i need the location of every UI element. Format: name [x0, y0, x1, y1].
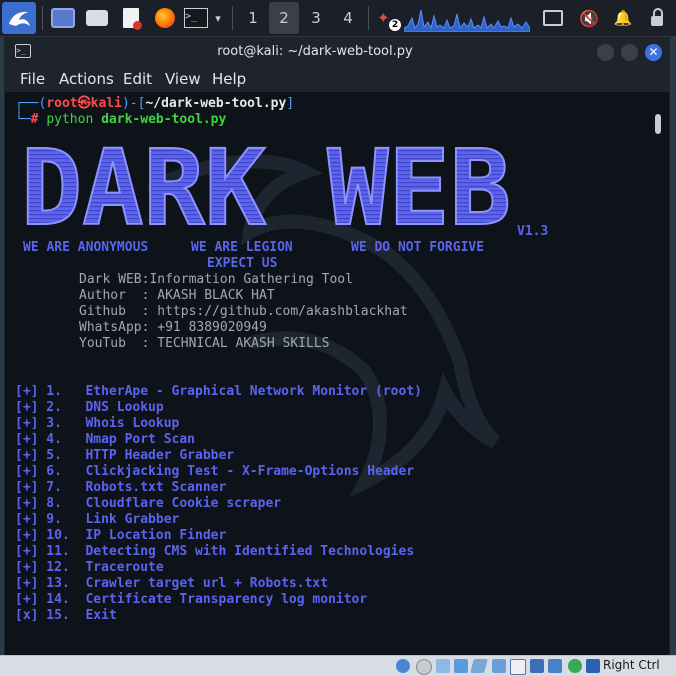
chevron-down-icon[interactable]: ▾ [210, 0, 226, 36]
menu-actions[interactable]: Actions [59, 70, 114, 88]
menu-option-12: [+] 12. Traceroute [15, 560, 164, 575]
hard-disk-icon[interactable] [396, 659, 410, 673]
notification-tool-icon[interactable]: ✦ 2 [374, 0, 401, 36]
network-icon[interactable] [454, 659, 468, 673]
slogan-expect: EXPECT US [207, 256, 278, 271]
window-title: root@kali: ~/dark-web-tool.py [217, 44, 413, 59]
maximize-button[interactable] [621, 44, 638, 61]
menu-option-6: [+] 6. Clickjacking Test - X-Frame-Optio… [15, 464, 415, 479]
menu-option-7: [+] 7. Robots.txt Scanner [15, 480, 227, 495]
kali-menu-button[interactable] [2, 2, 36, 34]
slogan-legion: WE ARE LEGION [191, 240, 293, 255]
prompt-mid: )-[ [121, 96, 146, 111]
menu-option-10: [+] 10. IP Location Finder [15, 528, 227, 543]
prompt-at: ㉿ [77, 96, 91, 111]
info-github: Github : https://github.com/akashblackha… [79, 304, 408, 319]
menu-option-5: [+] 5. HTTP Header Grabber [15, 448, 235, 463]
workspace-2[interactable]: 2 [269, 2, 299, 34]
panel-separator [368, 6, 369, 30]
prompt-hash: # [30, 112, 39, 127]
prompt-open: ┌──( [15, 96, 47, 111]
lock-icon[interactable] [644, 0, 670, 36]
menu-edit[interactable]: Edit [123, 70, 152, 88]
top-panel: >_ ▾ 1 2 3 4 ✦ 2 🔇 🔔 [0, 0, 676, 37]
minimize-button[interactable] [597, 44, 614, 61]
cpu-graph-line [404, 9, 530, 32]
close-button[interactable]: ✕ [645, 44, 662, 61]
prompt-line-2: └─# python dark-web-tool.py [15, 112, 226, 128]
vm-statusbar: Right Ctrl [0, 655, 676, 676]
slogan-forgive: WE DO NOT FORGIVE [351, 240, 485, 255]
info-whatsapp: WhatsApp: +91 8389020949 [79, 320, 267, 335]
slogan-anonymous: WE ARE ANONYMOUS [23, 240, 149, 255]
recording-icon[interactable] [530, 659, 544, 673]
workspace-3[interactable]: 3 [301, 0, 331, 36]
menu-option-1: [+] 1. EtherApe - Graphical Network Moni… [15, 384, 422, 399]
menu-option-14: [+] 14. Certificate Transparency log mon… [15, 592, 368, 607]
menu-file[interactable]: File [20, 70, 45, 88]
dark-web-banner: DARK WEB [20, 142, 512, 234]
audio-icon[interactable] [436, 659, 450, 673]
optical-drive-icon[interactable] [416, 659, 432, 675]
menu-option-2: [+] 2. DNS Lookup [15, 400, 164, 415]
terminal-output[interactable]: ┌──(root㉿kali)-[~/dark-web-tool.py] └─# … [5, 92, 669, 655]
banner-title: DARK WEB [21, 142, 511, 234]
text-editor-icon[interactable] [118, 0, 144, 36]
command-arg: dark-web-tool.py [101, 112, 227, 127]
scrollbar-thumb[interactable] [655, 114, 661, 134]
terminal-icon[interactable]: >_ [182, 0, 210, 36]
prompt-line-1: ┌──(root㉿kali)-[~/dark-web-tool.py] [15, 96, 294, 112]
prompt-host: kali [90, 96, 122, 111]
info-youtube: YouTub : TECHNICAL AKASH SKILLS [79, 336, 330, 351]
volume-muted-icon[interactable]: 🔇 [576, 0, 602, 36]
prompt-close: ] [286, 96, 295, 111]
file-manager-icon[interactable] [84, 0, 110, 36]
menu-option-3: [+] 3. Whois Lookup [15, 416, 180, 431]
menu-option-15: [x] 15. Exit [15, 608, 117, 623]
menu-view[interactable]: View [165, 70, 201, 88]
host-key-label: Right Ctrl [603, 658, 660, 672]
keyboard-capture-icon[interactable] [586, 659, 600, 673]
menu-option-11: [+] 11. Detecting CMS with Identified Te… [15, 544, 415, 559]
firefox-icon[interactable] [152, 0, 178, 36]
menu-option-9: [+] 9. Link Grabber [15, 512, 180, 527]
menu-option-4: [+] 4. Nmap Port Scan [15, 432, 196, 447]
cpu-icon[interactable] [548, 659, 562, 673]
menubar: File Actions Edit View Help [5, 67, 669, 92]
usb-icon[interactable] [470, 659, 488, 673]
kali-dragon-icon [9, 11, 30, 26]
terminal-window: >_ root@kali: ~/dark-web-tool.py ✕ File … [4, 37, 670, 656]
display-icon[interactable] [540, 0, 566, 36]
menu-help[interactable]: Help [212, 70, 246, 88]
menu-option-8: [+] 8. Cloudflare Cookie scraper [15, 496, 282, 511]
workspace-1[interactable]: 1 [238, 0, 268, 36]
menu-option-13: [+] 13. Crawler target url + Robots.txt [15, 576, 329, 591]
version-label: V1.3 [517, 224, 549, 239]
command-name: python [46, 112, 94, 127]
workspace-4[interactable]: 4 [333, 0, 363, 36]
window-titlebar[interactable]: >_ root@kali: ~/dark-web-tool.py ✕ [5, 38, 669, 67]
panel-separator [232, 6, 233, 30]
prompt-corner: └─ [15, 112, 31, 127]
bell-icon[interactable]: 🔔 [610, 0, 636, 36]
shared-folders-icon[interactable] [492, 659, 506, 673]
info-author: Author : AKASH BLACK HAT [79, 288, 275, 303]
notification-count-badge: 2 [389, 19, 401, 31]
prompt-path: ~/dark-web-tool.py [145, 96, 287, 111]
prompt-user: root [46, 96, 78, 111]
display-settings-icon[interactable] [510, 659, 526, 675]
show-desktop-icon[interactable] [50, 0, 76, 36]
panel-separator [42, 6, 43, 30]
info-tool: Dark WEB:Information Gathering Tool [79, 272, 353, 287]
guest-additions-icon[interactable] [568, 659, 582, 673]
cpu-usage-graph [404, 9, 530, 32]
